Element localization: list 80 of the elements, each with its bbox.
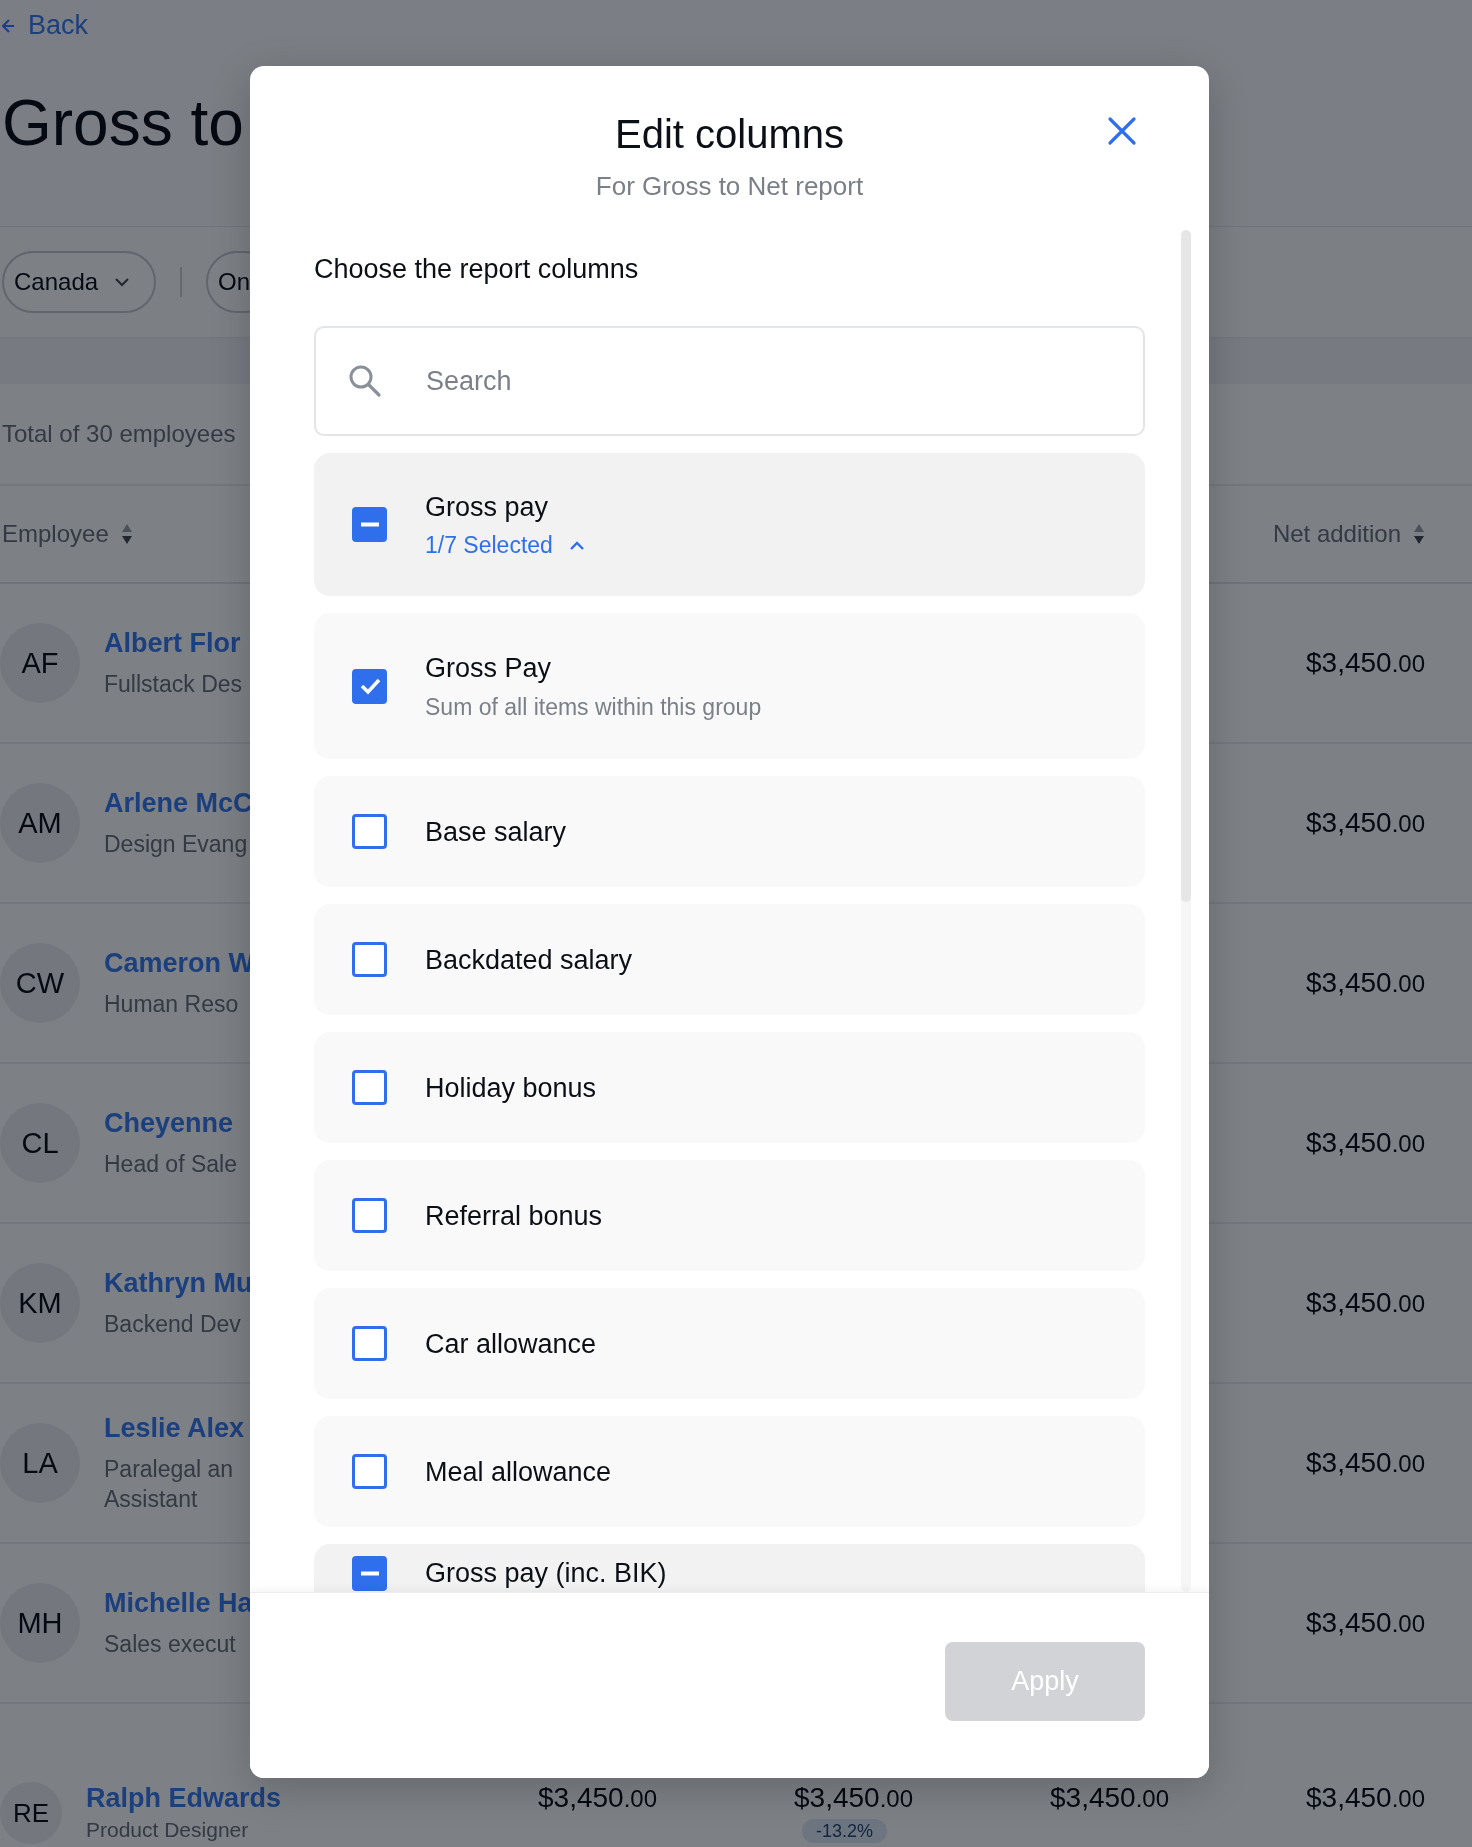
employee-role: Backend Dev — [104, 1309, 242, 1339]
employee-name-link[interactable]: Albert Flor — [104, 627, 254, 659]
checkbox[interactable] — [352, 814, 387, 849]
checkbox[interactable] — [352, 507, 387, 542]
amount-text: $3,450.00 — [794, 1782, 913, 1815]
minus-icon — [360, 522, 379, 527]
option-label: Referral bonus — [425, 1199, 603, 1233]
option-label: Car allowance — [425, 1327, 597, 1361]
avatar: LA — [0, 1423, 80, 1503]
amount-text: $3,450.00 — [1306, 1127, 1425, 1159]
amount-text: $3,450.00 — [1050, 1782, 1169, 1815]
checkbox[interactable] — [352, 1198, 387, 1233]
checkbox[interactable] — [352, 1556, 387, 1591]
employee-name-link[interactable]: Ralph Edwards — [86, 1783, 282, 1813]
employee-role: Product Designer — [86, 1817, 250, 1843]
sort-icon — [1413, 523, 1425, 545]
scrollbar[interactable] — [1181, 230, 1191, 1592]
checkbox[interactable] — [352, 942, 387, 977]
option-label: Gross Pay — [425, 652, 553, 685]
column-header[interactable]: Net addition — [1169, 520, 1425, 548]
close-button[interactable] — [1107, 116, 1137, 146]
minus-icon — [360, 1571, 379, 1576]
option-label: Backdated salary — [425, 943, 633, 977]
option-label: Base salary — [425, 815, 567, 849]
option-label: Gross pay (inc. BIK) — [425, 1557, 667, 1590]
column-option[interactable]: Meal allowance — [314, 1416, 1145, 1527]
avatar: RE — [0, 1782, 62, 1844]
avatar: AM — [0, 783, 80, 863]
option-description: Sum of all items within this group — [425, 693, 762, 721]
employee-count: Total of 30 employees — [2, 420, 236, 448]
option-label: Gross pay — [425, 491, 550, 524]
employee-role: Head of Sale — [104, 1149, 238, 1179]
column-option[interactable]: Gross pay 1/7 Selected — [314, 453, 1145, 596]
column-option[interactable]: Holiday bonus — [314, 1032, 1145, 1143]
amount-text: $3,450.00 — [1306, 967, 1425, 999]
amount-text: $3,450.00 — [1306, 1287, 1425, 1319]
avatar: MH — [0, 1583, 80, 1663]
employee-name-link[interactable]: Michelle Ha — [104, 1587, 254, 1619]
amount-text: $3,450.00 — [1306, 1782, 1425, 1815]
option-label: Meal allowance — [425, 1455, 612, 1489]
employee-name-link[interactable]: Cheyenne — [104, 1107, 254, 1139]
checkbox[interactable] — [352, 668, 387, 704]
section-heading: Choose the report columns — [314, 253, 640, 286]
filter-dropdown[interactable]: Canada — [2, 251, 157, 313]
dialog-subtitle: For Gross to Net report — [595, 170, 864, 202]
avatar: CL — [0, 1103, 80, 1183]
chevron-down-icon — [114, 277, 131, 287]
employee-role: Sales execut — [104, 1629, 237, 1659]
employee-role: Fullstack Des — [104, 669, 244, 699]
amount-text: $3,450.00 — [1306, 807, 1425, 839]
employee-role: Paralegal an Assistant — [104, 1454, 235, 1514]
employee-role: Design Evang — [104, 829, 249, 859]
amount-text: $3,450.00 — [1306, 647, 1425, 679]
amount-text: $3,450.00 — [538, 1782, 657, 1815]
page-title: Gross to — [1, 87, 244, 159]
change-badge: -13.2% — [801, 1819, 887, 1843]
dialog-title: Edit columns — [615, 111, 844, 158]
close-icon — [1107, 116, 1137, 146]
amount-text: $3,450.00 — [1306, 1607, 1425, 1639]
column-option[interactable]: Referral bonus — [314, 1160, 1145, 1271]
sort-icon — [120, 523, 133, 545]
column-option[interactable]: Car allowance — [314, 1288, 1145, 1399]
column-option[interactable]: Backdated salary — [314, 904, 1145, 1015]
avatar: KM — [0, 1263, 80, 1343]
amount-text: $3,450.00 — [1306, 1447, 1425, 1479]
search-field[interactable]: Search — [314, 326, 1145, 436]
column-option[interactable]: Gross pay (inc. BIK) — [314, 1544, 1145, 1592]
avatar: AF — [0, 623, 80, 703]
checkbox[interactable] — [352, 1070, 387, 1105]
employee-name-link[interactable]: Arlene McC — [104, 787, 254, 819]
avatar: CW — [0, 943, 80, 1023]
option-label: Holiday bonus — [425, 1071, 597, 1105]
checkbox[interactable] — [352, 1326, 387, 1361]
checkbox[interactable] — [352, 1454, 387, 1489]
column-option[interactable]: Gross Pay Sum of all items within this group — [314, 613, 1145, 759]
employee-role: Human Reso — [104, 989, 240, 1019]
selection-toggle[interactable]: 1/7 Selected — [425, 532, 585, 559]
back-link[interactable]: Back — [0, 0, 89, 41]
column-option[interactable]: Base salary — [314, 776, 1145, 887]
employee-name-link[interactable]: Leslie Alex — [104, 1412, 254, 1444]
